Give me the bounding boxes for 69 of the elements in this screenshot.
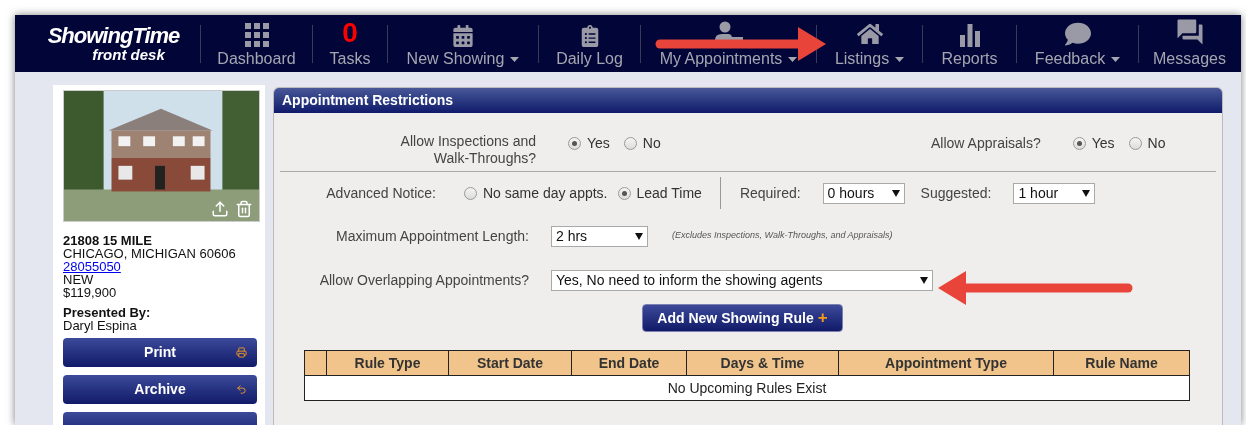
nav-item[interactable]: New Showing [388,15,538,72]
caret-icon [510,56,520,62]
mls-number-link[interactable]: 28055050 [63,260,121,273]
caret-icon [788,56,798,62]
dropdown-arrow-icon [920,276,928,284]
column-header: End Date [572,351,687,375]
field-label: Advanced Notice: [325,183,436,203]
column-header: Days & Time [687,351,839,375]
radio-button[interactable] [568,137,581,150]
bar-chart-icon [957,23,982,47]
field-label: Allow Overlapping Appointments? [318,270,529,290]
task-count: 0 [342,19,358,47]
field-label: Suggested: [920,183,992,203]
upload-icon[interactable] [211,200,229,218]
agent-name: Daryl Espina [63,319,137,332]
presented-by-label: Presented By: [63,306,152,319]
radio-button[interactable] [617,186,631,200]
dropdown-arrow-icon [1082,189,1091,197]
radio-button[interactable] [623,137,637,150]
field-label: Allow Inspections and Walk-Throughs? [399,133,536,167]
field-label: Required: [739,183,801,203]
dropdown-arrow-icon [635,232,643,240]
print-button[interactable]: Print [63,338,257,367]
listing-city: CHICAGO, MICHIGAN 60606 [63,247,237,260]
radio-button[interactable] [1072,137,1086,150]
house-icon [856,21,883,47]
nav-item[interactable]: Reports [923,15,1016,72]
dropdown-arrow-icon [891,189,900,197]
listing-address: 21808 15 MILE [63,234,153,247]
undo-icon [236,384,247,395]
max-length-select[interactable]: 2 hrs [551,225,648,247]
caret-icon [1111,56,1121,62]
radio-button[interactable] [1128,137,1142,150]
suggested-select[interactable]: 1 hour [1013,182,1096,204]
add-rule-button[interactable]: Add New Showing Rule + [642,304,843,332]
caret-icon [895,56,905,62]
radio-label: No same day appts. [483,183,608,203]
archive-button[interactable]: Archive [63,375,257,404]
column-header: Rule Type [327,351,449,375]
empty-table-message: No Upcoming Rules Exist [305,375,1189,400]
overlap-select[interactable]: Yes, No need to inform the showing agents [551,269,933,291]
radio-label: Yes [587,134,610,153]
trash-icon[interactable] [235,200,253,218]
radio-label: No [642,134,661,153]
nav-item[interactable]: Messages [1139,15,1240,72]
panel-title: Appointment Restrictions [274,88,1222,113]
nav-item[interactable]: 0 Tasks [313,15,387,72]
nav-item[interactable]: Dashboard [201,15,312,72]
printer-icon [236,347,247,358]
field-label: Allow Appraisals? [930,134,1041,153]
radio-label: Yes [1091,134,1115,153]
radio-label: Lead Time [636,183,702,203]
nav-item[interactable]: Listings [817,15,922,72]
radio-label: No [1147,134,1166,153]
field-label: Maximum Appointment Length: [335,226,529,246]
logo[interactable]: ShowingTime front desk [15,15,200,72]
required-select[interactable]: 0 hours [822,182,905,204]
listing-price: $119,900 [63,286,118,299]
column-header: Rule Name [1084,353,1159,373]
radio-button[interactable] [464,186,477,200]
column-header: Start Date [449,351,572,375]
listing-status: NEW [63,273,95,286]
column-header: Appointment Type [839,351,1054,375]
speech-bubble-icon [1064,21,1091,47]
nav-item[interactable]: Daily Log [539,15,640,72]
grid-icon [244,23,269,47]
nav-item[interactable]: Feedback [1017,15,1138,72]
note-text: (Excludes Inspections, Walk-Throughs, and Appraisals) [672,229,893,243]
calendar-icon [452,25,474,47]
